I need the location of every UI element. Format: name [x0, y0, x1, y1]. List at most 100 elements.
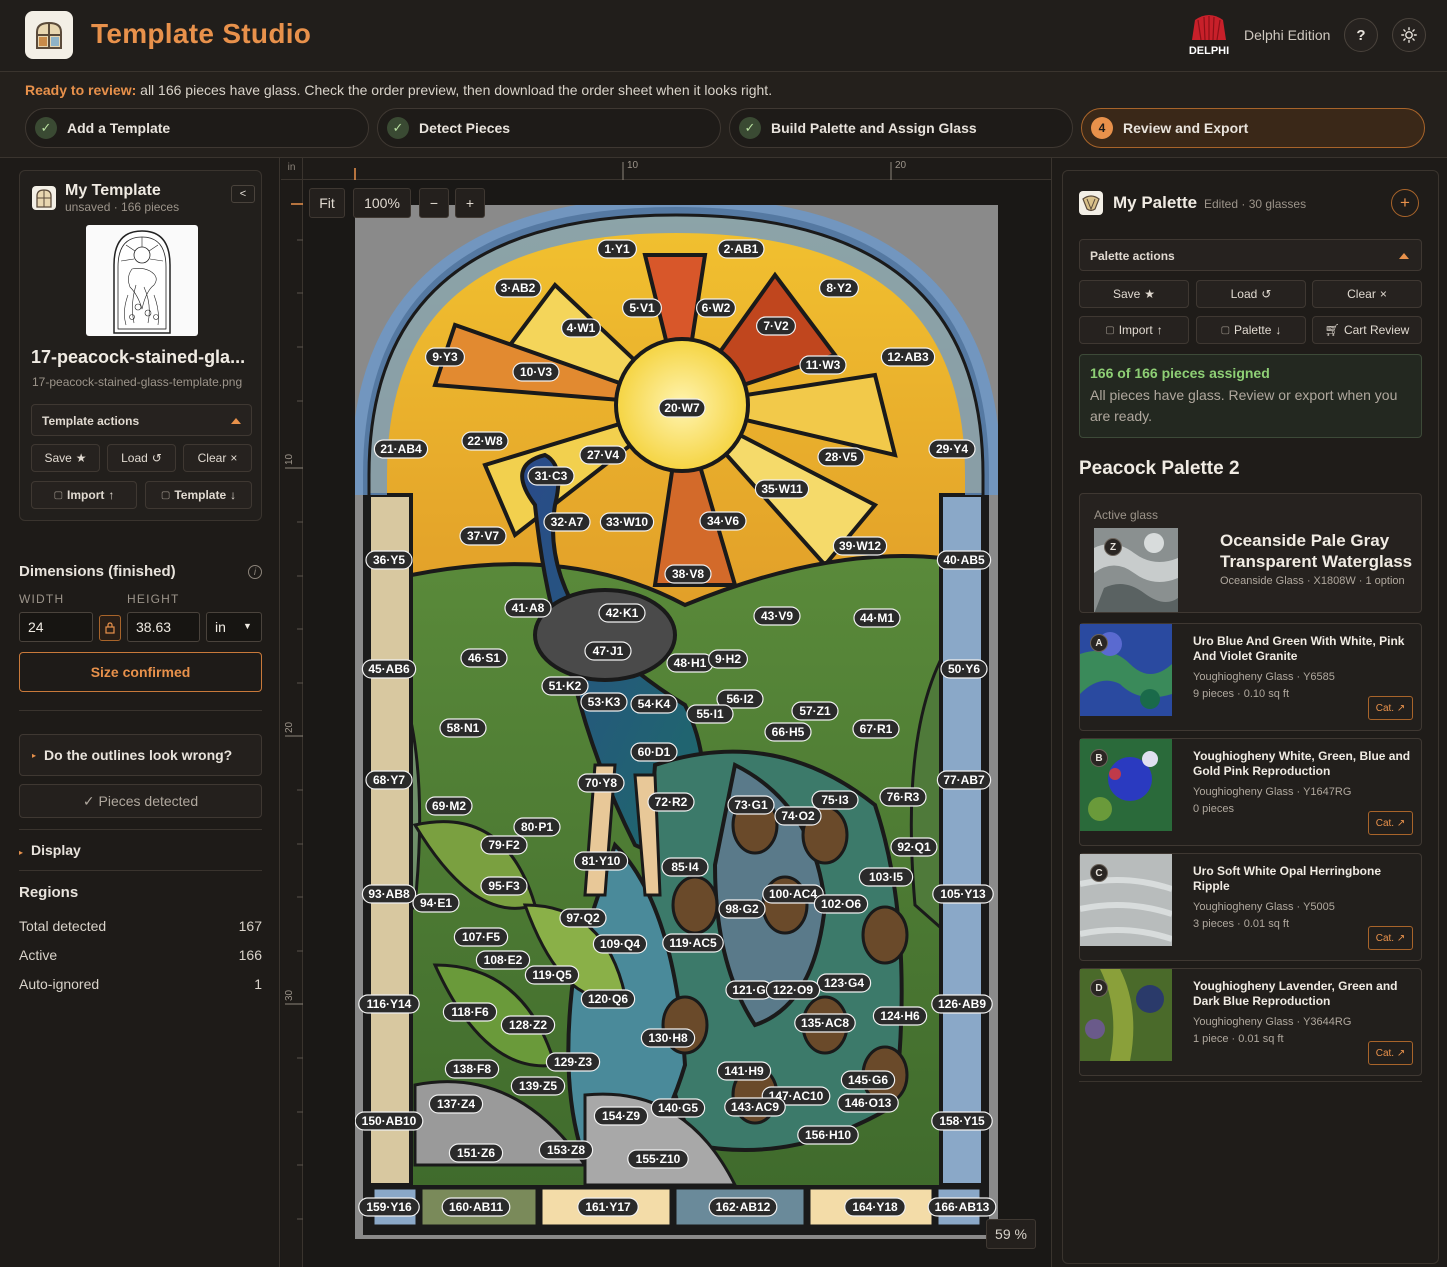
piece-label[interactable]: 92·Q1	[890, 837, 938, 857]
piece-label[interactable]: 28·V5	[817, 447, 865, 467]
piece-label[interactable]: 45·AB6	[361, 659, 417, 679]
piece-label[interactable]: 48·H1	[666, 653, 714, 673]
piece-label[interactable]: 44·M1	[853, 608, 901, 628]
piece-label[interactable]: 141·H9	[716, 1061, 772, 1081]
piece-label[interactable]: 95·F3	[480, 876, 528, 896]
piece-label[interactable]: 156·H10	[797, 1125, 859, 1145]
palette-load-button[interactable]: Load ↺	[1196, 280, 1306, 308]
palette-clear-button[interactable]: Clear ×	[1312, 280, 1422, 308]
glass-card[interactable]: B Youghiogheny White, Green, Blue and Go…	[1079, 738, 1422, 846]
step-build-palette[interactable]: ✓ Build Palette and Assign Glass	[729, 108, 1073, 148]
palette-download-button[interactable]: ▢ Palette ↓	[1196, 316, 1306, 344]
piece-label[interactable]: 72·R2	[647, 792, 695, 812]
palette-save-button[interactable]: Save ★	[1079, 280, 1189, 308]
piece-label[interactable]: 22·W8	[461, 431, 509, 451]
piece-label[interactable]: 55·I1	[686, 704, 734, 724]
stained-glass-preview[interactable]: 1·Y1 2·AB1 3·AB2 8·Y2 5·V1 6·W2 4·W1 7·V2 9·Y3 12…	[351, 196, 1001, 1239]
unit-select[interactable]: in ▼	[206, 612, 262, 642]
piece-label[interactable]: 151·Z6	[448, 1143, 504, 1163]
template-import-button[interactable]: ▢ Import ↑	[31, 481, 137, 509]
piece-label[interactable]: 73·G1	[727, 795, 775, 815]
piece-label[interactable]: 77·AB7	[936, 770, 992, 790]
outlines-question-toggle[interactable]: ▸ Do the outlines look wrong?	[19, 734, 262, 776]
piece-label[interactable]: 12·AB3	[880, 347, 936, 367]
piece-label[interactable]: 124·H6	[872, 1006, 928, 1026]
piece-label[interactable]: 130·H8	[640, 1028, 696, 1048]
piece-label[interactable]: 119·AC5	[662, 933, 724, 953]
piece-label[interactable]: 8·Y2	[819, 278, 860, 298]
piece-label[interactable]: 2·AB1	[717, 239, 765, 259]
piece-label[interactable]: 54·K4	[630, 694, 678, 714]
piece-label[interactable]: 146·O13	[837, 1093, 899, 1113]
zoom-out-button[interactable]: −	[419, 188, 449, 218]
piece-label[interactable]: 74·O2	[774, 806, 822, 826]
piece-label[interactable]: 57·Z1	[791, 701, 839, 721]
piece-label[interactable]: 155·Z10	[627, 1149, 689, 1169]
piece-label[interactable]: 159·Y16	[358, 1197, 420, 1217]
glass-card[interactable]: A Uro Blue And Green With White, Pink An…	[1079, 623, 1422, 731]
piece-label[interactable]: 47·J1	[584, 641, 632, 661]
piece-label[interactable]: 162·AB12	[708, 1197, 778, 1217]
piece-label[interactable]: 75·I3	[811, 790, 859, 810]
piece-label[interactable]: 109·Q4	[592, 934, 648, 954]
palette-actions-toggle[interactable]: Palette actions	[1079, 239, 1422, 271]
piece-label[interactable]: 140·G5	[650, 1098, 706, 1118]
zoom-in-button[interactable]: +	[455, 188, 485, 218]
catalog-link-button[interactable]: Cat. ↗	[1368, 1041, 1413, 1065]
piece-label[interactable]: 36·Y5	[365, 550, 413, 570]
piece-label[interactable]: 37·V7	[459, 526, 507, 546]
piece-label[interactable]: 126·AB9	[931, 994, 993, 1014]
catalog-link-button[interactable]: Cat. ↗	[1368, 926, 1413, 950]
piece-label[interactable]: 158·Y15	[931, 1111, 993, 1131]
template-save-button[interactable]: Save ★	[31, 444, 100, 472]
step-add-template[interactable]: ✓ Add a Template	[25, 108, 369, 148]
piece-label[interactable]: 129·Z3	[545, 1052, 601, 1072]
piece-label[interactable]: 119·Q5	[524, 965, 580, 985]
piece-label[interactable]: 3·AB2	[494, 278, 542, 298]
piece-label[interactable]: 69·M2	[425, 796, 473, 816]
piece-label[interactable]: 7·V2	[756, 316, 797, 336]
piece-label[interactable]: 79·F2	[480, 835, 528, 855]
add-glass-button[interactable]: +	[1391, 189, 1419, 217]
step-detect-pieces[interactable]: ✓ Detect Pieces	[377, 108, 721, 148]
canvas-area[interactable]: in 10 20 10 20 30 1·Y1 2·AB1 3·AB2 8·Y2 …	[281, 158, 1051, 1267]
piece-label[interactable]: 4·W1	[561, 318, 602, 338]
piece-label[interactable]: 143·AC9	[724, 1097, 786, 1117]
piece-label[interactable]: 103·I5	[858, 867, 914, 887]
piece-label[interactable]: 161·Y17	[577, 1197, 639, 1217]
pieces-detected-button[interactable]: ✓ Pieces detected	[19, 784, 262, 818]
piece-label[interactable]: 39·W12	[832, 536, 888, 556]
piece-label[interactable]: 42·K1	[598, 603, 646, 623]
piece-label[interactable]: 31·C3	[527, 466, 575, 486]
piece-label[interactable]: 50·Y6	[940, 659, 988, 679]
help-button[interactable]: ?	[1344, 18, 1378, 52]
piece-label[interactable]: 128·Z2	[500, 1015, 556, 1035]
piece-label[interactable]: 94·E1	[412, 893, 460, 913]
piece-label[interactable]: 138·F8	[444, 1059, 500, 1079]
piece-label[interactable]: 29·Y4	[928, 439, 976, 459]
template-clear-button[interactable]: Clear ×	[183, 444, 252, 472]
piece-label[interactable]: 67·R1	[852, 719, 900, 739]
step-review-export[interactable]: 4 Review and Export	[1081, 108, 1425, 148]
catalog-link-button[interactable]: Cat. ↗	[1368, 696, 1413, 720]
piece-label[interactable]: 68·Y7	[365, 770, 413, 790]
template-load-button[interactable]: Load ↺	[107, 444, 176, 472]
piece-label[interactable]: 100·AC4	[762, 884, 824, 904]
piece-label[interactable]: 120·Q6	[580, 989, 636, 1009]
piece-label[interactable]: 46·S1	[460, 648, 508, 668]
piece-label[interactable]: 139·Z5	[510, 1076, 566, 1096]
piece-label[interactable]: 97·Q2	[559, 908, 607, 928]
piece-label[interactable]: 70·Y8	[577, 773, 625, 793]
piece-label[interactable]: 11·W3	[799, 355, 847, 375]
piece-label[interactable]: 1·Y1	[597, 239, 638, 259]
piece-label[interactable]: 93·AB8	[361, 884, 417, 904]
piece-label[interactable]: 153·Z8	[538, 1140, 594, 1160]
piece-label[interactable]: 51·K2	[541, 676, 589, 696]
lock-icon[interactable]	[99, 615, 121, 641]
piece-label[interactable]: 58·N1	[439, 718, 487, 738]
fit-button[interactable]: Fit	[309, 188, 345, 218]
piece-label[interactable]: 6·W2	[696, 298, 737, 318]
piece-label[interactable]: 123·G4	[816, 973, 872, 993]
piece-label[interactable]: 41·A8	[504, 598, 552, 618]
piece-label[interactable]: 35·W11	[754, 479, 810, 499]
